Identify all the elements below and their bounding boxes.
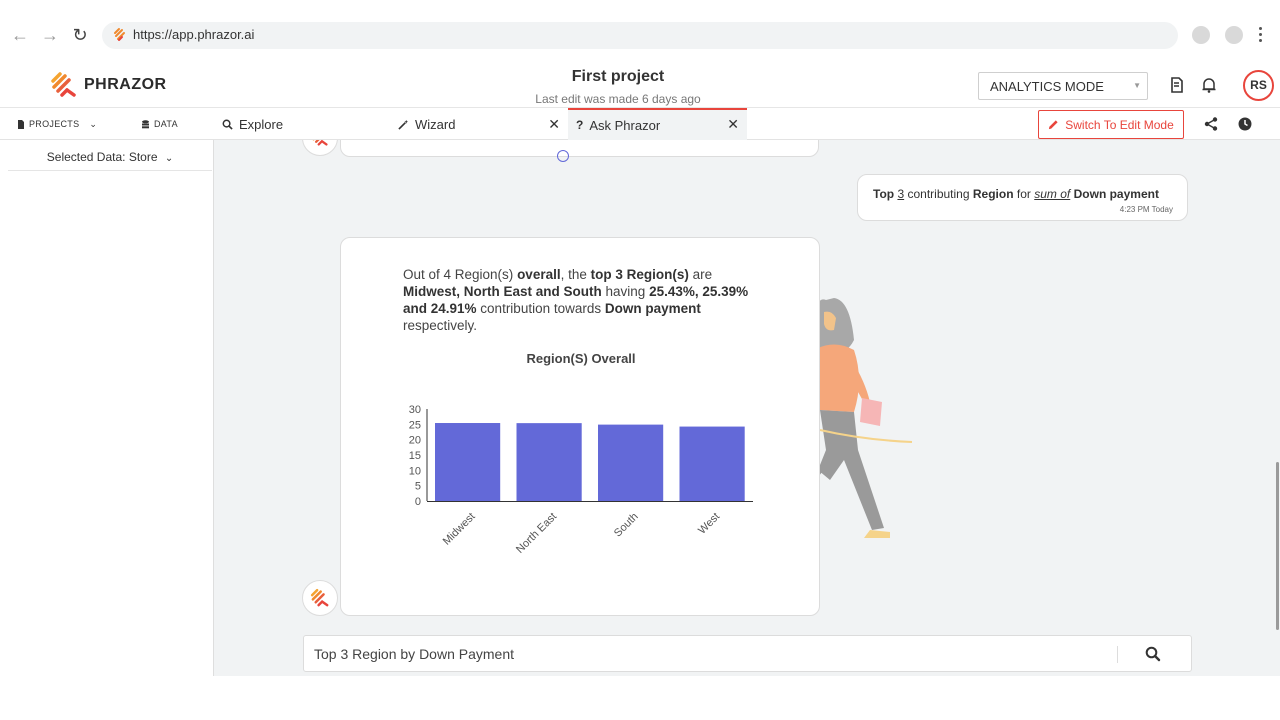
browser-bar: ← → ↻ https://app.phrazor.ai — [0, 0, 1280, 64]
phrazor-favicon-icon — [114, 28, 125, 41]
scrollbar-thumb[interactable] — [1276, 462, 1279, 630]
edit-button-label: Switch To Edit Mode — [1065, 117, 1174, 132]
chevron-down-icon: ⌄ — [164, 153, 174, 164]
share-icon[interactable] — [1203, 116, 1219, 132]
url-text[interactable]: https://app.phrazor.ai — [133, 27, 254, 42]
user-query-text: Top 3 contributing Region for sum of Dow… — [873, 187, 1159, 201]
tabs-bar: PROJECTS ⌄ DATA Explore Wizard ✕ ? Ask P… — [0, 108, 1280, 140]
clock-icon[interactable] — [1237, 116, 1253, 132]
pencil-icon — [1049, 120, 1058, 130]
bar-north-east — [516, 423, 582, 501]
y-tick-label: 0 — [415, 496, 421, 508]
bot-avatar — [302, 580, 338, 616]
back-icon[interactable]: ← — [9, 24, 31, 46]
mode-select[interactable]: ANALYTICS MODE ▼ — [978, 72, 1148, 100]
bell-icon[interactable] — [1200, 76, 1218, 94]
close-icon[interactable]: ✕ — [727, 116, 739, 133]
chevron-down-icon: ▼ — [1133, 81, 1141, 90]
address-bar[interactable]: https://app.phrazor.ai — [102, 22, 1178, 49]
y-tick-label: 25 — [409, 419, 421, 431]
bar-west — [679, 426, 745, 501]
document-icon[interactable] — [1168, 76, 1186, 94]
mode-select-value: ANALYTICS MODE — [990, 79, 1104, 94]
selected-data-label: Selected Data: Store — [46, 150, 158, 164]
phrazor-logo-icon — [312, 140, 328, 146]
chat-area: Top 3 contributing Region for sum of Dow… — [214, 140, 1280, 676]
chevron-down-icon: ⌄ — [89, 118, 98, 129]
tab-explore[interactable]: Explore — [214, 108, 390, 140]
x-tick-label: West — [696, 511, 722, 537]
y-tick-label: 30 — [409, 404, 421, 416]
tab-label: Ask Phrazor — [589, 117, 661, 133]
x-tick-label: Midwest — [441, 511, 478, 548]
wand-icon — [398, 119, 409, 130]
phrazor-logo-icon — [310, 588, 329, 607]
user-message: Top 3 contributing Region for sum of Dow… — [857, 174, 1188, 221]
answer-summary: Out of 4 Region(s) overall, the top 3 Re… — [403, 267, 749, 333]
query-input-box — [303, 635, 1192, 672]
extension-icon[interactable] — [1192, 26, 1210, 44]
y-tick-label: 20 — [409, 435, 421, 447]
file-icon — [18, 119, 24, 129]
y-tick-label: 15 — [409, 450, 421, 462]
x-tick-label: South — [612, 511, 641, 540]
data-label: DATA — [154, 119, 178, 129]
x-tick-label: North East — [514, 511, 559, 556]
question-icon: ? — [576, 118, 584, 132]
bar-midwest — [435, 423, 501, 501]
search-icon — [222, 119, 233, 130]
profile-icon[interactable] — [1225, 26, 1243, 44]
selected-data-dropdown[interactable]: Selected Data: Store ⌄ — [8, 140, 212, 171]
user-avatar[interactable]: RS — [1243, 70, 1274, 101]
query-input[interactable] — [314, 644, 1104, 664]
search-icon[interactable] — [1144, 645, 1162, 663]
data-menu[interactable]: DATA — [141, 108, 178, 140]
bar-south — [598, 424, 664, 501]
message-timestamp: 4:23 PM Today — [1119, 205, 1173, 214]
bot-avatar — [302, 140, 338, 156]
y-tick-label: 5 — [415, 481, 421, 493]
chart-title: Region(S) Overall — [526, 351, 636, 366]
previous-answer-card — [340, 140, 819, 162]
switch-to-edit-mode-button[interactable]: Switch To Edit Mode — [1038, 110, 1184, 139]
close-icon[interactable]: ✕ — [548, 116, 560, 133]
reload-icon[interactable]: ↻ — [69, 24, 91, 46]
y-tick-label: 10 — [409, 465, 421, 477]
tab-ask-phrazor[interactable]: ? Ask Phrazor ✕ — [568, 108, 747, 140]
tab-label: Explore — [239, 116, 284, 132]
app-header: PHRAZOR First project Last edit was made… — [0, 64, 1280, 108]
forward-icon[interactable]: → — [39, 24, 61, 46]
projects-label: PROJECTS — [29, 119, 80, 129]
database-icon — [142, 119, 149, 128]
browser-menu-icon[interactable] — [1257, 25, 1263, 45]
divider — [1117, 646, 1118, 663]
radio-icon — [557, 150, 569, 162]
answer-card: Out of 4 Region(s) overall, the top 3 Re… — [340, 237, 820, 616]
projects-menu[interactable]: PROJECTS ⌄ — [17, 108, 97, 140]
sidebar: Selected Data: Store ⌄ — [0, 140, 214, 676]
tab-wizard[interactable]: Wizard ✕ — [390, 108, 568, 140]
bar-chart: 0 5 10 15 20 25 30 Midwest North East South West — [409, 404, 753, 556]
tab-label: Wizard — [415, 116, 456, 132]
